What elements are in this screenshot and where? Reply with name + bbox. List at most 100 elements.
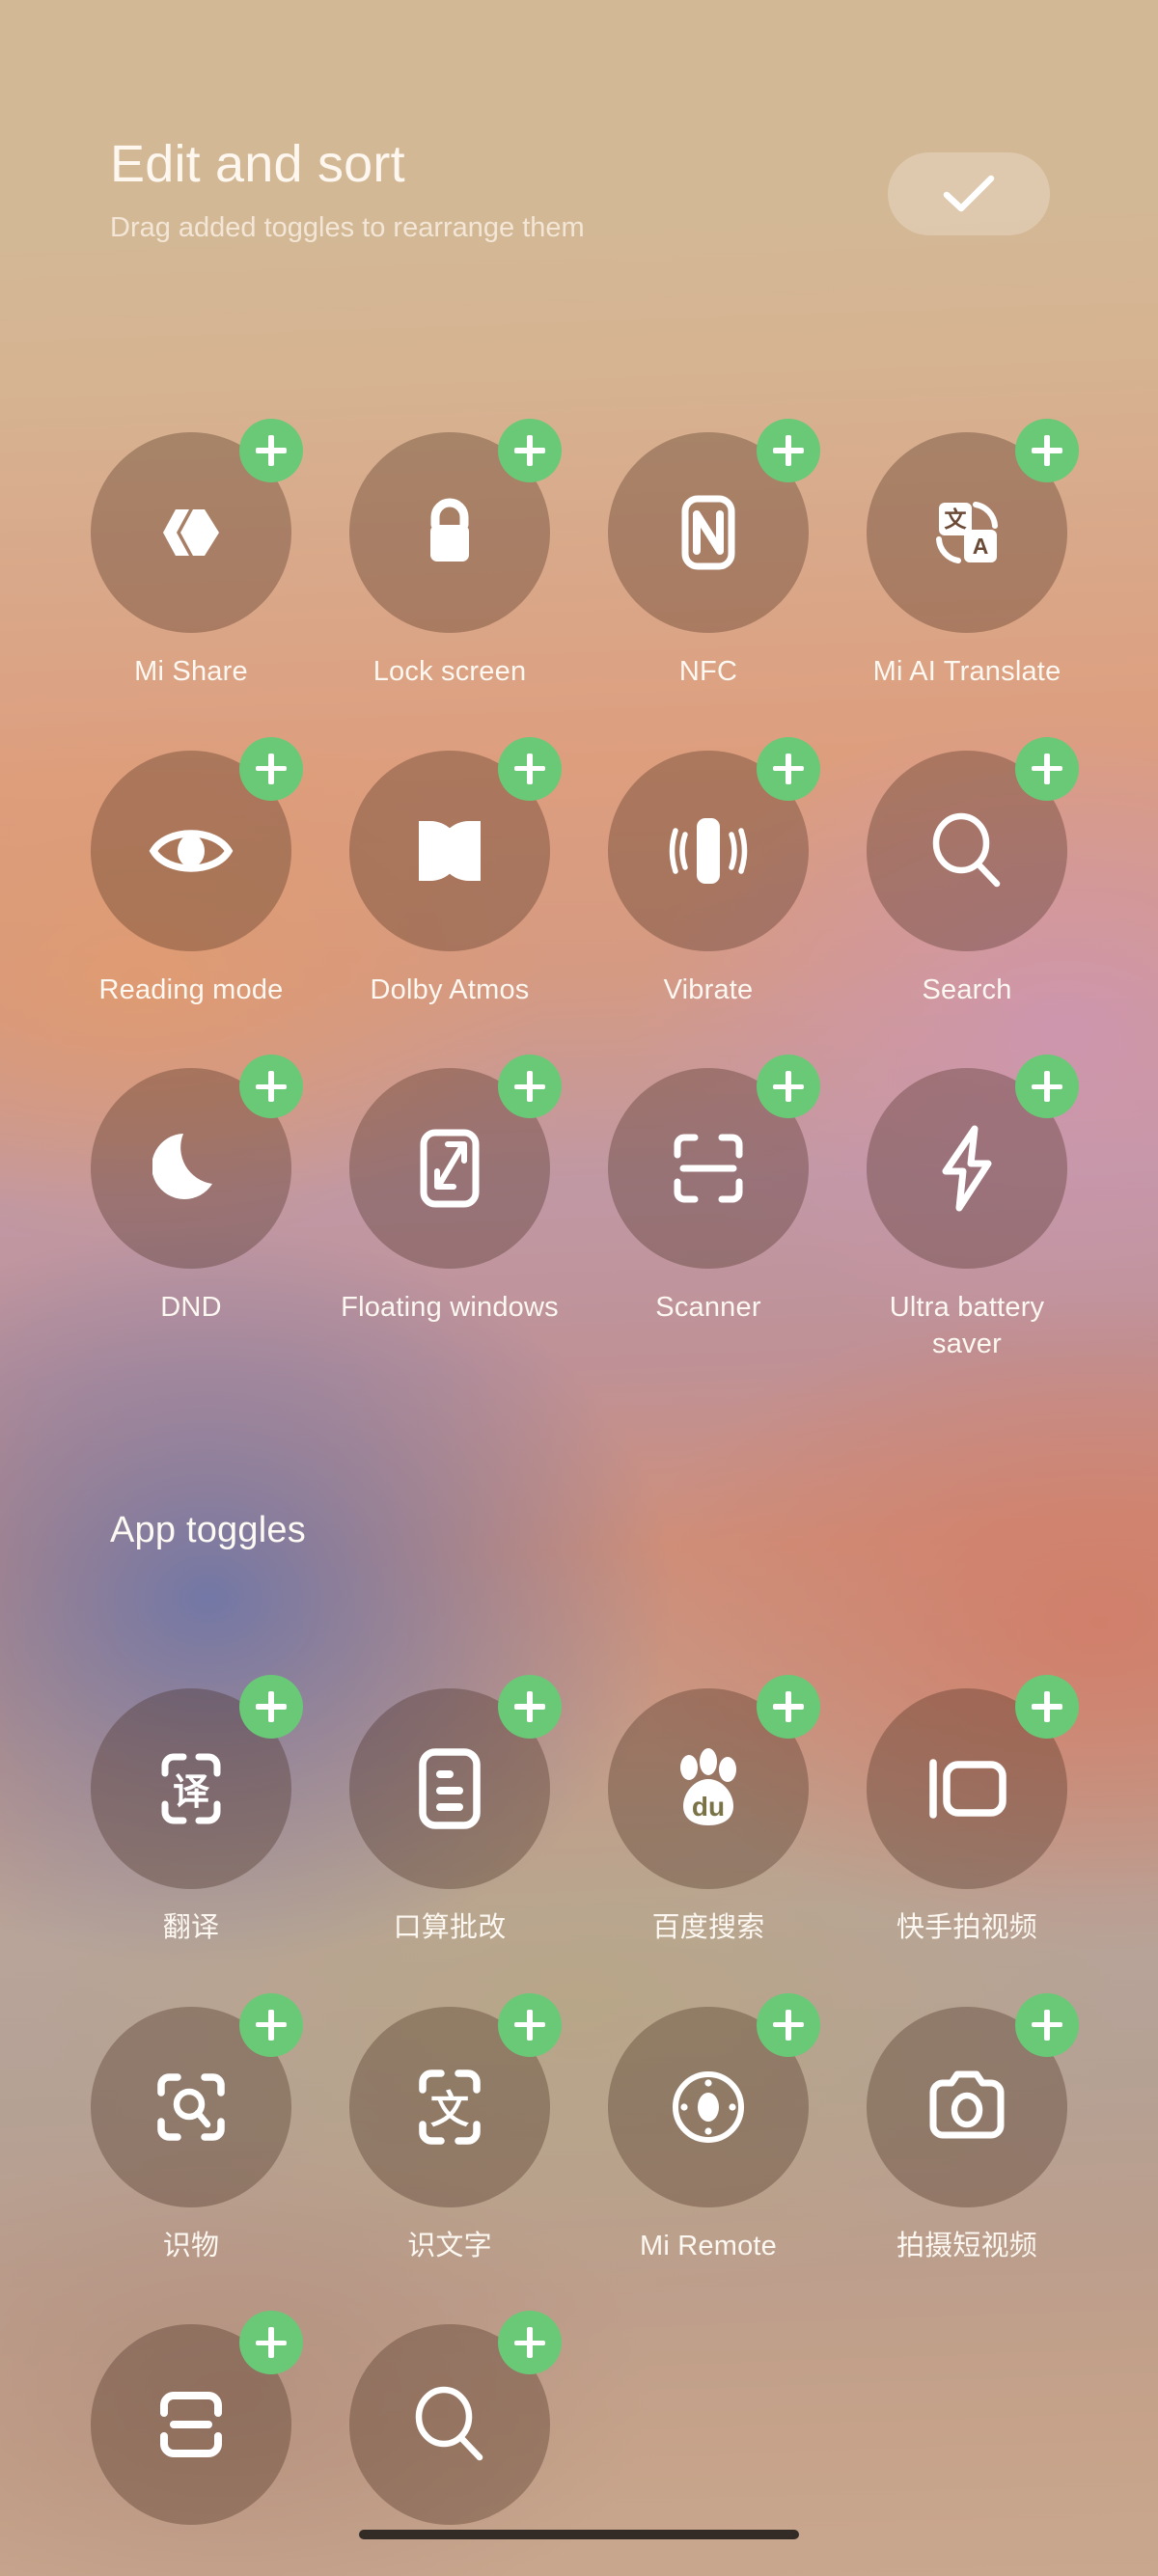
mi-ai-translate-icon: 文 A	[925, 491, 1008, 574]
toggle-label: Mi Share	[134, 656, 248, 687]
add-badge[interactable]	[239, 1055, 303, 1119]
tile-circle-wrap	[608, 419, 820, 633]
search-icon	[926, 810, 1007, 891]
tile-circle-wrap	[867, 1055, 1079, 1270]
add-badge[interactable]	[757, 419, 820, 482]
add-badge[interactable]	[1015, 1055, 1079, 1119]
add-badge[interactable]	[1015, 736, 1079, 801]
text-scan-icon: 文	[411, 2065, 488, 2150]
tile-circle-wrap	[91, 1992, 303, 2207]
add-badge[interactable]	[498, 1055, 562, 1119]
lock-icon	[411, 492, 488, 573]
mi-share-icon	[151, 492, 232, 573]
scanner-icon	[668, 1128, 749, 1209]
toggle-tile-reading-mode[interactable]: Reading mode	[62, 736, 320, 1009]
add-badge[interactable]	[498, 2311, 562, 2375]
app-toggle-tile-magnifier[interactable]	[320, 2311, 579, 2546]
app-toggle-tile-kousuanpigai[interactable]: 口算批改	[320, 1675, 579, 1947]
lightning-bolt-icon	[936, 1125, 998, 1212]
tile-circle-wrap: 译	[91, 1675, 303, 1889]
add-badge[interactable]	[239, 1992, 303, 2057]
add-badge[interactable]	[239, 1675, 303, 1739]
toggle-label: Mi Remote	[640, 2230, 777, 2261]
tile-circle-wrap: du	[608, 1675, 820, 1889]
tile-circle-wrap	[91, 736, 303, 951]
toggle-label: 识文字	[407, 2230, 492, 2261]
app-toggle-tile-baidu-search[interactable]: du 百度搜索	[579, 1675, 838, 1947]
svg-text:文: 文	[430, 2089, 469, 2131]
tile-circle-wrap	[349, 419, 562, 633]
tile-circle-wrap	[608, 1992, 820, 2207]
add-badge[interactable]	[757, 1992, 820, 2057]
toggle-tile-nfc[interactable]: NFC	[579, 419, 838, 691]
moon-icon	[152, 1128, 230, 1209]
barcode-scan-icon	[151, 2384, 232, 2465]
app-toggle-tile-fanyi[interactable]: 译 翻译	[62, 1675, 320, 1947]
toggle-tile-floating-windows[interactable]: Floating windows	[320, 1055, 579, 1362]
done-button[interactable]	[888, 152, 1050, 235]
add-badge[interactable]	[498, 1992, 562, 2057]
app-toggles-heading: App toggles	[110, 1510, 306, 1550]
dolby-atmos-icon	[409, 815, 490, 887]
tile-circle-wrap: 文 A	[867, 419, 1079, 633]
nfc-icon	[672, 491, 745, 574]
toggle-label: Mi AI Translate	[872, 656, 1062, 687]
app-toggle-tile-shiwu[interactable]: 识物	[62, 1992, 320, 2265]
add-badge[interactable]	[498, 419, 562, 482]
toggle-label: Reading mode	[98, 973, 284, 1005]
toggle-tile-search[interactable]: Search	[838, 736, 1096, 1009]
toggle-tile-dolby-atmos[interactable]: Dolby Atmos	[320, 736, 579, 1009]
add-badge[interactable]	[498, 736, 562, 801]
add-badge[interactable]	[757, 736, 820, 801]
toggle-tile-dnd[interactable]: DND	[62, 1055, 320, 1362]
add-badge[interactable]	[498, 1675, 562, 1739]
tile-circle-wrap	[349, 2311, 562, 2526]
toggle-tile-scanner[interactable]: Scanner	[579, 1055, 838, 1362]
add-badge[interactable]	[1015, 419, 1079, 482]
toggle-label: 口算批改	[393, 1912, 507, 1943]
app-toggle-tile-kuaishou-video[interactable]: 快手拍视频	[838, 1675, 1096, 1947]
tile-circle-wrap	[867, 736, 1079, 951]
tile-circle-wrap	[91, 419, 303, 633]
app-toggles-grid: 译 翻译 口算批改 du 百度搜索 快手拍视频 识物 文 识文字 Mi Remo…	[62, 1675, 1096, 2546]
toggle-label: Vibrate	[663, 973, 754, 1005]
toggle-label: Dolby Atmos	[370, 973, 530, 1005]
add-badge[interactable]	[1015, 1675, 1079, 1739]
toggle-label: 翻译	[162, 1912, 220, 1943]
toggle-label: Ultra battery saver	[889, 1292, 1045, 1360]
toggle-label: DND	[160, 1292, 222, 1324]
app-toggle-tile-mi-remote[interactable]: Mi Remote	[579, 1992, 838, 2265]
page-title: Edit and sort	[110, 135, 405, 193]
toggle-tile-vibrate[interactable]: Vibrate	[579, 736, 838, 1009]
toggle-label: Search	[922, 973, 1012, 1005]
add-badge[interactable]	[757, 1055, 820, 1119]
toggle-tile-mi-share[interactable]: Mi Share	[62, 419, 320, 691]
toggle-tile-lock-screen[interactable]: Lock screen	[320, 419, 579, 691]
toggle-label: Floating windows	[341, 1292, 559, 1324]
eye-icon	[146, 815, 236, 887]
add-badge[interactable]	[757, 1675, 820, 1739]
toggle-label: NFC	[678, 656, 738, 687]
baidu-paw-icon: du	[666, 1746, 751, 1831]
app-toggle-tile-shiwenzi[interactable]: 文 识文字	[320, 1992, 579, 2265]
translate-cn-icon: 译	[150, 1746, 233, 1831]
tile-circle-wrap	[867, 1675, 1079, 1889]
toggle-label: Scanner	[655, 1292, 761, 1324]
toggle-tile-ultra-battery-saver[interactable]: Ultra battery saver	[838, 1055, 1096, 1362]
page-subtitle: Drag added toggles to rearrange them	[110, 212, 585, 244]
toggle-tile-mi-ai-translate[interactable]: 文 A Mi AI Translate	[838, 419, 1096, 691]
add-badge[interactable]	[239, 419, 303, 482]
check-icon	[942, 174, 996, 214]
toggle-label: Lock screen	[372, 656, 527, 687]
tile-circle-wrap	[608, 736, 820, 951]
vibrate-icon	[664, 811, 753, 891]
svg-text:文: 文	[945, 507, 968, 532]
tile-circle-wrap: 文	[349, 1992, 562, 2207]
svg-text:A: A	[973, 534, 989, 559]
add-badge[interactable]	[239, 2311, 303, 2375]
add-badge[interactable]	[1015, 1992, 1079, 2057]
app-toggle-tile-barcode-scan[interactable]	[62, 2311, 320, 2546]
home-indicator[interactable]	[359, 2530, 799, 2539]
app-toggle-tile-paishe-duanshipin[interactable]: 拍摄短视频	[838, 1992, 1096, 2265]
add-badge[interactable]	[239, 736, 303, 801]
